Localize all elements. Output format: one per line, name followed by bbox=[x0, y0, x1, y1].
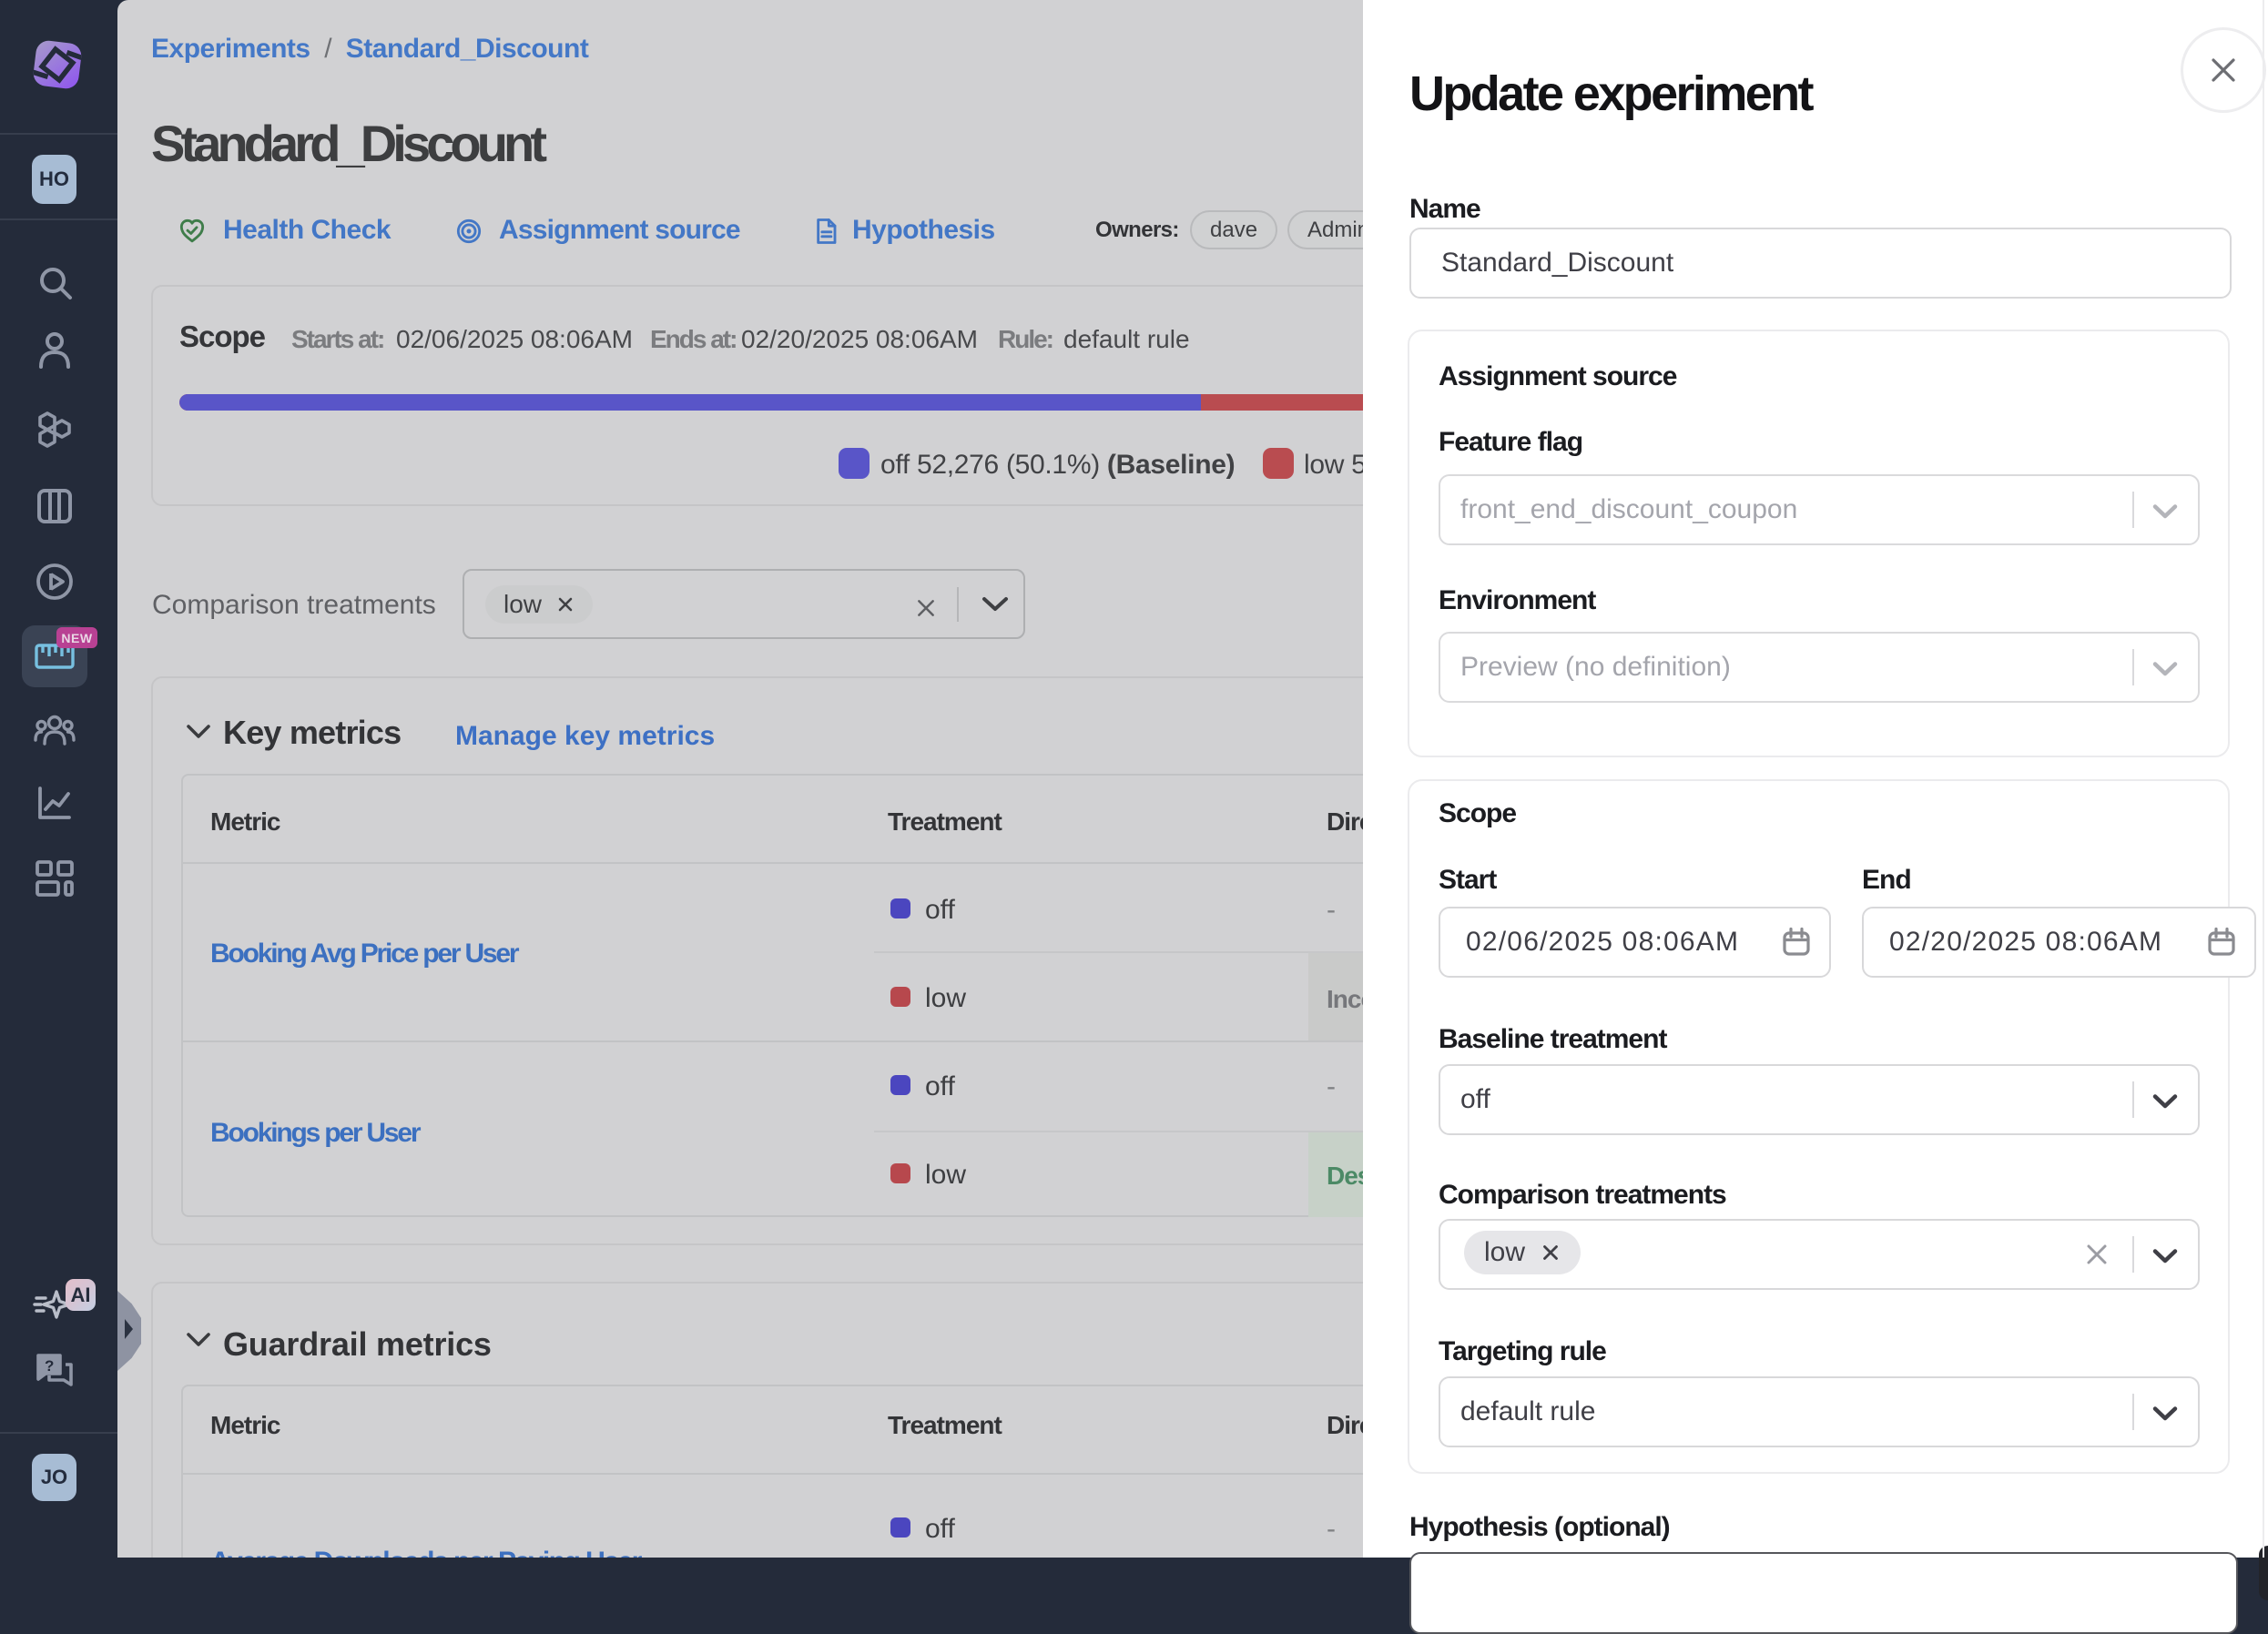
svg-text:?: ? bbox=[45, 1357, 54, 1375]
